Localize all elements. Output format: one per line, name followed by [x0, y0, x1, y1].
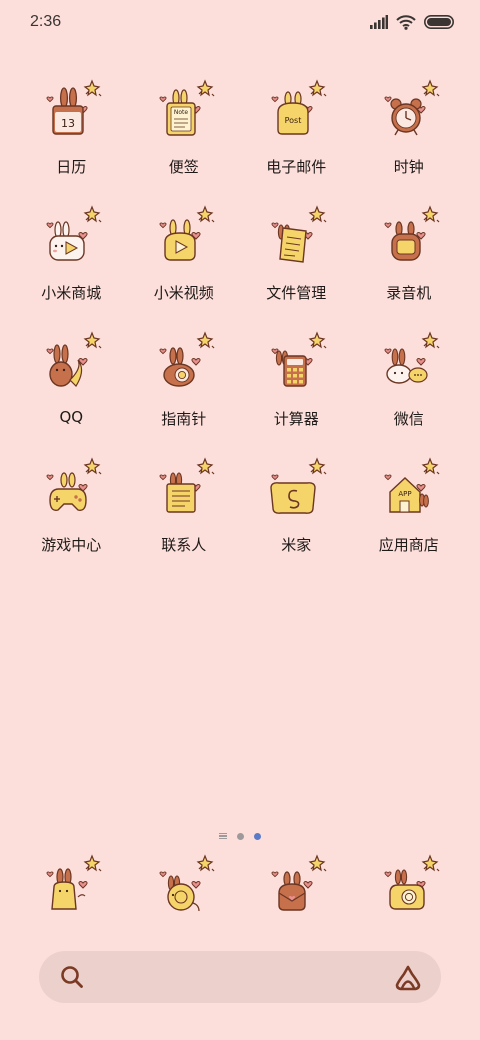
status-time: 2:36: [30, 13, 62, 30]
app-calculator[interactable]: 计算器: [240, 330, 353, 456]
page-dot[interactable]: [237, 832, 244, 840]
app-label: QQ: [59, 408, 84, 426]
notes-icon: Note: [149, 78, 219, 136]
qq-icon: [36, 330, 106, 387]
app-label: 微信: [393, 410, 424, 428]
file-manager-icon: [261, 204, 331, 263]
app-label: 日历: [56, 158, 87, 176]
app-calendar[interactable]: 13 日历: [15, 78, 128, 204]
browser-icon: [261, 853, 331, 911]
mijia-icon: [270, 456, 331, 514]
battery-icon: [424, 15, 454, 29]
app-compass[interactable]: 指南针: [128, 330, 241, 456]
app-label: 便签: [168, 158, 199, 176]
wifi-icon: [396, 14, 416, 30]
app-clock[interactable]: 时钟: [353, 78, 466, 204]
calendar-icon: 13: [36, 78, 106, 135]
dock: [15, 850, 465, 926]
app-file-manager[interactable]: 文件管理: [240, 204, 353, 330]
recorder-icon: [374, 204, 444, 261]
app-grid: 13 日历 Note 便签 Post 电子邮件 时钟 小米商城 小米视频 文件管…: [15, 78, 465, 582]
app-wechat[interactable]: 微信: [353, 330, 466, 456]
signal-icon: [370, 15, 388, 29]
search-icon[interactable]: [59, 964, 85, 990]
svg-text:Post: Post: [285, 116, 302, 125]
app-label: 录音机: [386, 284, 432, 302]
app-email[interactable]: Post 电子邮件: [240, 78, 353, 204]
app-label: 联系人: [161, 536, 207, 554]
phone-icon: [36, 853, 106, 910]
page-dot-active[interactable]: [254, 832, 261, 840]
mi-store-icon: [36, 204, 106, 261]
svg-text:Note: Note: [174, 109, 189, 116]
app-label: 游戏中心: [41, 536, 102, 554]
page-list-icon[interactable]: [219, 832, 227, 840]
calculator-icon: [261, 330, 331, 387]
search-bar[interactable]: [39, 951, 441, 1003]
app-mi-store[interactable]: 小米商城: [15, 204, 128, 330]
dock-app-phone[interactable]: [15, 850, 128, 926]
app-store-icon: APP: [374, 456, 444, 513]
contacts-icon: [149, 456, 219, 513]
app-label: 小米视频: [153, 284, 214, 302]
email-icon: Post: [261, 78, 331, 135]
wechat-icon: [374, 330, 444, 384]
app-label: 指南针: [161, 410, 207, 428]
status-icons: [370, 14, 454, 30]
app-label: 小米商城: [41, 284, 102, 302]
svg-text:13: 13: [61, 117, 75, 130]
app-label: 计算器: [273, 410, 319, 428]
app-mijia[interactable]: 米家: [240, 456, 353, 582]
app-label: 电子邮件: [266, 158, 327, 176]
app-notes[interactable]: Note 便签: [128, 78, 241, 204]
messages-icon: [149, 853, 219, 912]
dock-app-camera[interactable]: [353, 850, 466, 926]
status-bar: 2:36: [0, 0, 480, 44]
app-app-store[interactable]: APP 应用商店: [353, 456, 466, 582]
app-label: 米家: [281, 536, 312, 554]
camera-icon: [374, 853, 444, 910]
clock-icon: [374, 78, 444, 136]
assistant-icon[interactable]: [393, 963, 423, 991]
app-label: 时钟: [393, 158, 424, 176]
compass-icon: [149, 330, 219, 387]
game-center-icon: [36, 456, 106, 511]
app-label: 应用商店: [378, 536, 439, 554]
app-mi-video[interactable]: 小米视频: [128, 204, 241, 330]
mi-video-icon: [149, 204, 219, 261]
app-recorder[interactable]: 录音机: [353, 204, 466, 330]
app-qq[interactable]: QQ: [15, 330, 128, 456]
svg-text:APP: APP: [398, 490, 411, 498]
app-game-center[interactable]: 游戏中心: [15, 456, 128, 582]
dock-app-browser[interactable]: [240, 850, 353, 926]
app-contacts[interactable]: 联系人: [128, 456, 241, 582]
app-label: 文件管理: [266, 284, 327, 302]
dock-app-messages[interactable]: [128, 850, 241, 926]
page-indicator[interactable]: [0, 829, 480, 843]
